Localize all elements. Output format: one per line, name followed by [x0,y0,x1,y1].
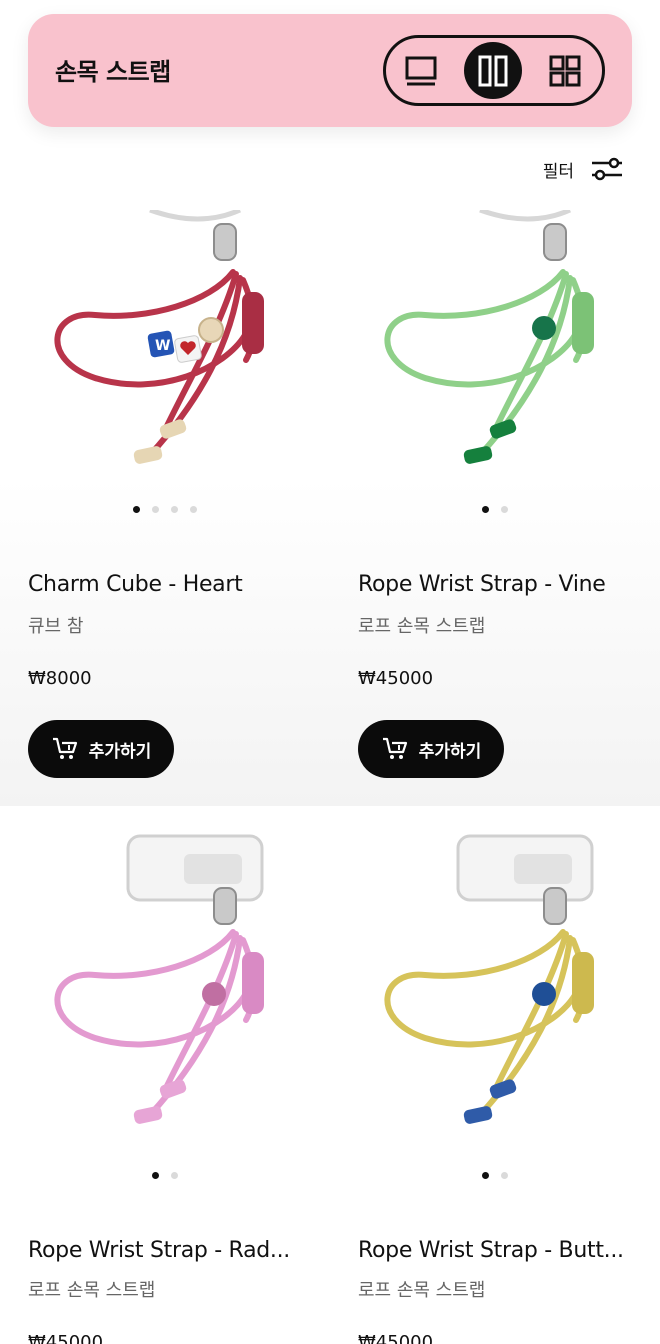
product-image-green-strap[interactable] [330,210,660,510]
product-image-yellow-strap[interactable] [330,832,660,1152]
carousel-dot[interactable] [171,506,178,513]
carousel-dot[interactable] [482,506,489,513]
two-column-view-button[interactable] [464,42,522,99]
image-carousel-dots[interactable] [330,1172,660,1179]
carousel-dot[interactable] [171,1172,178,1179]
product-name[interactable]: Rope Wrist Strap - Vine [358,572,648,597]
image-carousel-dots[interactable] [0,1172,330,1179]
add-to-cart-label: 추가하기 [418,741,482,762]
product-price: ₩8000 [28,668,92,689]
carousel-dot[interactable] [482,1172,489,1179]
carousel-dot[interactable] [133,506,140,513]
grid-icon [549,55,581,86]
product-subtitle: 큐브 참 [28,616,84,637]
product-name[interactable]: Rope Wrist Strap - Butt... [358,1238,648,1263]
product-subtitle: 로프 손목 스트랩 [358,616,486,637]
product-image-red-strap[interactable]: W [0,210,330,510]
product-price: ₩45000 [358,1332,434,1344]
filter-label: 필터 [542,161,574,182]
product-name[interactable]: Rope Wrist Strap - Rad... [28,1238,318,1263]
carousel-dot[interactable] [501,506,508,513]
header-bar: 손목 스트랩 [28,14,632,127]
carousel-dot[interactable] [501,1172,508,1179]
product-subtitle: 로프 손목 스트랩 [28,1280,156,1301]
product-price: ₩45000 [28,1332,104,1344]
add-to-cart-button[interactable]: 추가하기 [358,720,504,778]
filter-sliders-icon [592,157,622,181]
single-view-button[interactable] [392,42,450,99]
cart-plus-icon [52,737,77,759]
product-subtitle: 로프 손목 스트랩 [358,1280,486,1301]
product-image-pink-strap[interactable] [0,832,330,1152]
image-carousel-dots[interactable] [330,506,660,513]
filter-button[interactable]: 필터 [543,152,624,186]
single-view-icon [405,56,437,85]
cart-plus-icon [382,737,407,759]
product-price: ₩45000 [358,668,434,689]
add-to-cart-button[interactable]: 추가하기 [28,720,174,778]
product-card[interactable]: Rope Wrist Strap - Butt... 로프 손목 스트랩 ₩45… [330,806,660,1344]
two-column-icon [478,55,508,86]
add-to-cart-label: 추가하기 [88,741,152,762]
svg-text:W: W [155,338,170,354]
grid-view-button[interactable] [536,42,594,99]
page-title: 손목 스트랩 [55,58,171,86]
product-name[interactable]: Charm Cube - Heart [28,572,318,597]
view-mode-toggle [383,35,605,106]
carousel-dot[interactable] [152,1172,159,1179]
product-card[interactable]: W Charm Cube - Heart 큐브 참 ₩8000 추가하기 [0,210,330,806]
carousel-dot[interactable] [190,506,197,513]
product-card[interactable]: Rope Wrist Strap - Rad... 로프 손목 스트랩 ₩450… [0,806,330,1344]
carousel-dot[interactable] [152,506,159,513]
image-carousel-dots[interactable] [0,506,330,513]
product-card[interactable]: Rope Wrist Strap - Vine 로프 손목 스트랩 ₩45000… [330,210,660,806]
